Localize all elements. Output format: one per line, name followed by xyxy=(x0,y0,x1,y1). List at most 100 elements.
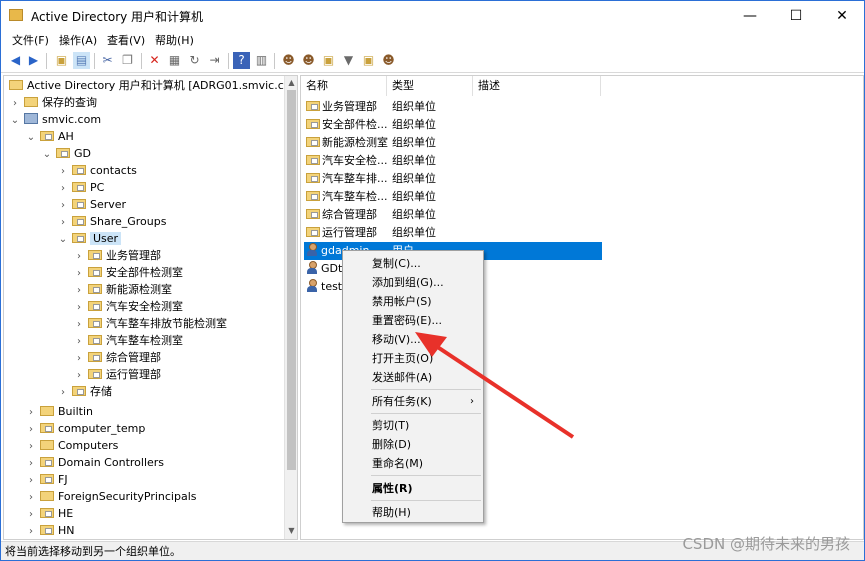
tree-item-ou[interactable]: › 运行管理部 xyxy=(74,366,161,383)
minimize-button[interactable]: — xyxy=(727,1,773,31)
chevron-right-icon[interactable]: › xyxy=(58,197,68,214)
list-item[interactable]: 业务管理部 组织单位 xyxy=(304,98,602,116)
menu-item-reset-password[interactable]: 重置密码(E)... xyxy=(344,311,482,330)
list-item[interactable]: 汽车安全检... 组织单位 xyxy=(304,152,602,170)
list-item[interactable]: 新能源检测室 组织单位 xyxy=(304,134,602,152)
menu-item-help[interactable]: 帮助(H) xyxy=(344,503,482,522)
chevron-down-icon[interactable]: ⌄ xyxy=(58,231,68,248)
refresh-icon[interactable]: ↻ xyxy=(186,52,203,69)
tree-item-builtin[interactable]: › Builtin xyxy=(26,403,93,420)
tree-root[interactable]: Active Directory 用户和计算机 [ADRG01.smvic.co… xyxy=(6,77,297,94)
column-header-name[interactable]: 名称 xyxy=(301,76,387,96)
tree-item-ou[interactable]: › 综合管理部 xyxy=(74,349,161,366)
menu-item-copy[interactable]: 复制(C)... xyxy=(344,254,482,273)
tree-item-saved-queries[interactable]: › 保存的查询 xyxy=(10,94,97,111)
list-item[interactable]: 安全部件检... 组织单位 xyxy=(304,116,602,134)
help-icon[interactable]: ? xyxy=(233,52,250,69)
list-item[interactable]: 汽车整车检... 组织单位 xyxy=(304,188,602,206)
menu-file[interactable]: 文件(F) xyxy=(12,32,49,48)
tree-item-hn[interactable]: › HN xyxy=(26,522,75,539)
chevron-right-icon[interactable]: › xyxy=(26,438,36,455)
tree-item-he[interactable]: › HE xyxy=(26,505,73,522)
menu-item-properties[interactable]: 属性(R) xyxy=(344,479,482,498)
list-item[interactable]: 运行管理部 组织单位 xyxy=(304,224,602,242)
tree-item-ou[interactable]: › 新能源检测室 xyxy=(74,281,172,298)
tree-item-computers[interactable]: › Computers xyxy=(26,437,118,454)
tree-item-ou[interactable]: › 业务管理部 xyxy=(74,247,161,264)
menu-item-cut[interactable]: 剪切(T) xyxy=(344,416,482,435)
scroll-down-icon[interactable]: ▼ xyxy=(285,526,297,535)
forward-icon[interactable]: ▶ xyxy=(25,52,42,69)
tree-item-gd[interactable]: ⌄ GD xyxy=(42,145,91,162)
chevron-right-icon[interactable]: › xyxy=(74,299,84,316)
menu-item-open-home-page[interactable]: 打开主页(O) xyxy=(344,349,482,368)
scrollbar-thumb[interactable] xyxy=(287,90,296,470)
show-tree-icon[interactable]: ▤ xyxy=(73,52,90,69)
properties-icon[interactable]: ▦ xyxy=(166,52,183,69)
up-folder-icon[interactable]: ▣ xyxy=(53,52,70,69)
chevron-down-icon[interactable]: ⌄ xyxy=(26,129,36,146)
new-group-icon[interactable]: ☻ xyxy=(300,52,317,69)
maximize-button[interactable]: ☐ xyxy=(773,1,819,31)
column-header-description[interactable]: 描述 xyxy=(473,76,601,96)
tree-item-contacts[interactable]: › contacts xyxy=(58,162,137,179)
tree-item-fj[interactable]: › FJ xyxy=(26,471,68,488)
console-icon[interactable]: ▥ xyxy=(253,52,270,69)
tree-item-storage[interactable]: › 存储 xyxy=(58,383,112,400)
chevron-right-icon[interactable]: › xyxy=(74,367,84,384)
chevron-right-icon[interactable]: › xyxy=(10,95,20,112)
chevron-down-icon[interactable]: ⌄ xyxy=(42,146,52,163)
chevron-right-icon[interactable]: › xyxy=(74,248,84,265)
menu-help[interactable]: 帮助(H) xyxy=(155,32,194,48)
column-header-type[interactable]: 类型 xyxy=(387,76,473,96)
chevron-right-icon[interactable]: › xyxy=(58,214,68,231)
menu-action[interactable]: 操作(A) xyxy=(59,32,97,48)
tree-item-share-groups[interactable]: › Share_Groups xyxy=(58,213,166,230)
chevron-right-icon[interactable]: › xyxy=(26,489,36,506)
chevron-right-icon[interactable]: › xyxy=(58,384,68,401)
chevron-right-icon[interactable]: › xyxy=(74,316,84,333)
tree-item-ou[interactable]: › 汽车整车检测室 xyxy=(74,332,183,349)
menu-item-rename[interactable]: 重命名(M) xyxy=(344,454,482,473)
chevron-right-icon[interactable]: › xyxy=(58,163,68,180)
chevron-right-icon[interactable]: › xyxy=(74,350,84,367)
menu-item-delete[interactable]: 删除(D) xyxy=(344,435,482,454)
filter-icon[interactable]: ▼ xyxy=(340,52,357,69)
scroll-up-icon[interactable]: ▲ xyxy=(285,78,297,87)
tree-item-ou[interactable]: › 汽车整车排放节能检测室 xyxy=(74,315,227,332)
find-icon[interactable]: ▣ xyxy=(360,52,377,69)
add-to-group-icon[interactable]: ☻ xyxy=(380,52,397,69)
tree-scrollbar[interactable]: ▲ ▼ xyxy=(284,76,297,539)
close-button[interactable]: ✕ xyxy=(819,1,865,31)
chevron-right-icon[interactable]: › xyxy=(26,506,36,523)
tree-item-foreign-security-principals[interactable]: › ForeignSecurityPrincipals xyxy=(26,488,197,505)
tree-item-pc[interactable]: › PC xyxy=(58,179,104,196)
chevron-right-icon[interactable]: › xyxy=(26,455,36,472)
chevron-right-icon[interactable]: › xyxy=(58,180,68,197)
menu-item-all-tasks[interactable]: 所有任务(K) › xyxy=(344,392,482,411)
new-ou-icon[interactable]: ▣ xyxy=(320,52,337,69)
tree-item-domain-controllers[interactable]: › Domain Controllers xyxy=(26,454,164,471)
tree-item-user[interactable]: ⌄ User xyxy=(58,230,122,248)
cut-icon[interactable]: ✂ xyxy=(99,52,116,69)
chevron-right-icon[interactable]: › xyxy=(74,282,84,299)
list-item[interactable]: 综合管理部 组织单位 xyxy=(304,206,602,224)
menu-item-send-mail[interactable]: 发送邮件(A) xyxy=(344,368,482,387)
tree-item-ou[interactable]: › 汽车安全检测室 xyxy=(74,298,183,315)
list-item[interactable]: 汽车整车排... 组织单位 xyxy=(304,170,602,188)
tree-item-domain[interactable]: ⌄ smvic.com xyxy=(10,111,101,128)
delete-icon[interactable]: ✕ xyxy=(146,52,163,69)
chevron-right-icon[interactable]: › xyxy=(74,265,84,282)
chevron-down-icon[interactable]: ⌄ xyxy=(10,112,20,129)
chevron-right-icon[interactable]: › xyxy=(74,333,84,350)
menu-view[interactable]: 查看(V) xyxy=(107,32,145,48)
tree-item-server[interactable]: › Server xyxy=(58,196,126,213)
export-icon[interactable]: ⇥ xyxy=(206,52,223,69)
tree-item-ah[interactable]: ⌄ AH xyxy=(26,128,74,145)
tree-item-computer-temp[interactable]: › computer_temp xyxy=(26,420,145,437)
tree-item-ou[interactable]: › 安全部件检测室 xyxy=(74,264,183,281)
copy-icon[interactable]: ❐ xyxy=(119,52,136,69)
back-icon[interactable]: ◀ xyxy=(7,52,24,69)
menu-item-disable-account[interactable]: 禁用帐户(S) xyxy=(344,292,482,311)
menu-item-add-to-group[interactable]: 添加到组(G)... xyxy=(344,273,482,292)
